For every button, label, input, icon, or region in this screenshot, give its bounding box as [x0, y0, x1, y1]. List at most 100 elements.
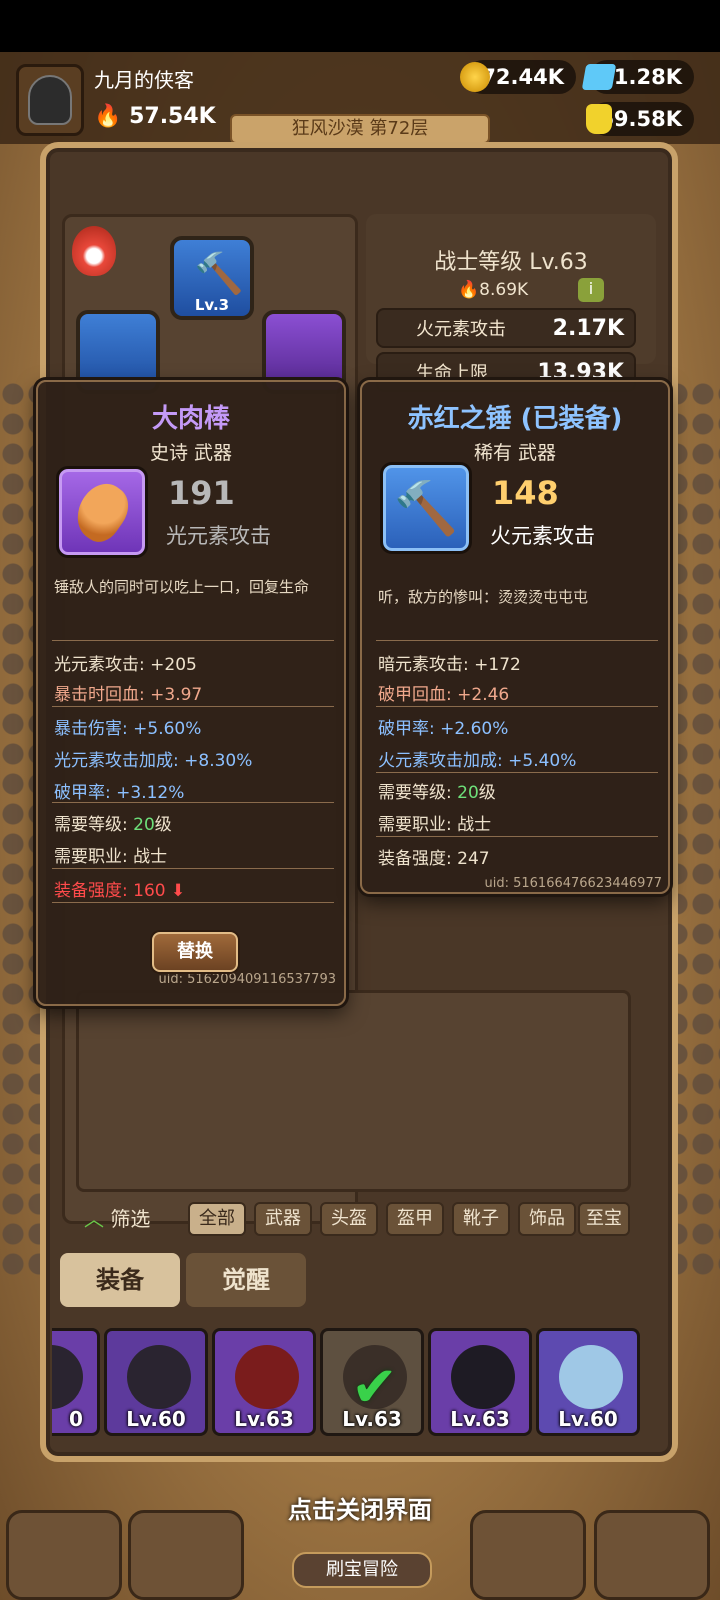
- stat-row-fire-attack: 火元素攻击 2.17K: [376, 308, 636, 348]
- required-level: 需要等级: 20级: [378, 783, 496, 803]
- gold-value: 72.44K: [481, 65, 564, 89]
- item-compare-card-equipped: 赤红之锤 (已装备) 稀有 武器 🔨 148 火元素攻击 听，敌方的惨叫：烫烫烫…: [360, 380, 670, 894]
- hero-portrait: [127, 1345, 191, 1409]
- attr-line: 火元素攻击加成: +5.40%: [378, 751, 577, 771]
- item-rarity: 史诗 武器: [149, 442, 233, 464]
- attr-line: 光元素攻击加成: +8.30%: [54, 751, 253, 771]
- divider: [376, 640, 658, 641]
- filter-toggle[interactable]: ︿ 筛选: [84, 1203, 150, 1232]
- weapon-slot[interactable]: 🔨 Lv.3: [170, 236, 254, 320]
- filter-tab-boots[interactable]: 靴子: [452, 1202, 510, 1236]
- helmet-icon: [28, 75, 72, 125]
- hero-level: Lv.63: [234, 1407, 294, 1431]
- hero-portrait: [52, 1345, 83, 1409]
- divider: [52, 902, 334, 903]
- inventory-grid: [76, 990, 631, 1192]
- filter-label: 筛选: [110, 1207, 151, 1231]
- gem-value: 1.28K: [613, 65, 682, 89]
- required-class: 需要职业: 战士: [378, 815, 492, 835]
- hero-portrait: [235, 1345, 299, 1409]
- divider: [376, 772, 658, 773]
- potion-counter[interactable]: 69.58K: [586, 102, 694, 136]
- attr-line: 光元素攻击: +205: [54, 655, 197, 675]
- tab-awaken[interactable]: 觉醒: [186, 1253, 306, 1307]
- flame-icon: 🔥: [94, 104, 122, 129]
- hero-level: 0: [69, 1407, 83, 1431]
- down-arrow-icon: ⬇: [171, 881, 186, 901]
- player-power: 🔥 57.54K: [94, 104, 216, 129]
- fire-element-icon: [72, 226, 116, 276]
- hero-level: Lv.63: [342, 1407, 402, 1431]
- item-main-value: 148: [492, 474, 559, 512]
- hero-card-selected[interactable]: ✔ Lv.63: [320, 1328, 424, 1436]
- item-name: 赤红之锤 (已装备): [407, 404, 623, 434]
- power-value: 57.54K: [129, 104, 216, 129]
- attr-line: 破甲率: +2.60%: [378, 719, 509, 739]
- meat-club-icon: [56, 466, 148, 558]
- tab-equipment[interactable]: 装备: [60, 1253, 180, 1307]
- close-hint[interactable]: 点击关闭界面: [0, 1490, 720, 1525]
- hero-selector: 0 Lv.60 Lv.63 ✔ Lv.63 Lv.63 Lv.60: [52, 1328, 662, 1438]
- item-name: 大肉棒: [151, 404, 230, 434]
- item-main-stat: 光元素攻击: [166, 524, 271, 548]
- attr-line: 暴击时回血: +3.97: [54, 685, 203, 705]
- filter-tab-accessory[interactable]: 饰品: [518, 1202, 576, 1236]
- hammer-icon: 🔨: [194, 251, 244, 297]
- gold-counter[interactable]: 72.44K: [460, 60, 576, 94]
- filter-tab-armor[interactable]: 盔甲: [386, 1202, 444, 1236]
- coin-icon: [460, 62, 490, 92]
- divider: [376, 706, 658, 707]
- chevron-up-icon: ︿: [84, 1207, 104, 1231]
- class-power: 🔥8.69K: [458, 280, 529, 300]
- adventure-button[interactable]: 刷宝冒险: [292, 1552, 432, 1588]
- item-strength: 装备强度: 160 ⬇: [54, 881, 186, 901]
- divider: [52, 802, 334, 803]
- filter-tab-weapon[interactable]: 武器: [254, 1202, 312, 1236]
- item-compare-card-new: 大肉棒 史诗 武器 191 光元素攻击 锤敌人的同时可以吃上一口，回复生命 光元…: [36, 380, 346, 1006]
- player-name: 九月的侠客: [94, 68, 194, 92]
- divider: [52, 640, 334, 641]
- required-level: 需要等级: 20级: [54, 815, 172, 835]
- filter-tab-helmet[interactable]: 头盔: [320, 1202, 378, 1236]
- hero-portrait: [451, 1345, 515, 1409]
- player-avatar[interactable]: [16, 64, 84, 136]
- divider: [52, 868, 334, 869]
- info-button[interactable]: i: [578, 278, 604, 302]
- item-uid: uid: 516166476623446977: [484, 876, 663, 891]
- attr-line: 暴击伤害: +5.60%: [54, 719, 202, 739]
- hero-card[interactable]: Lv.63: [428, 1328, 532, 1436]
- item-main-value: 191: [168, 474, 235, 512]
- attr-line: 破甲率: +3.12%: [54, 783, 185, 803]
- hero-level: Lv.60: [558, 1407, 618, 1431]
- item-uid: uid: 516209409116537793: [158, 972, 337, 987]
- stat-value: 2.17K: [552, 315, 624, 341]
- attr-line: 暗元素攻击: +172: [378, 655, 521, 675]
- weapon-slot-level: Lv.3: [194, 296, 230, 314]
- item-description: 听，敌方的惨叫：烫烫烫屯屯屯: [378, 588, 589, 606]
- attr-line: 破甲回血: +2.46: [378, 685, 510, 705]
- filter-tab-treasure[interactable]: 至宝: [578, 1202, 630, 1236]
- gem-counter[interactable]: 1.28K: [581, 60, 694, 94]
- hero-card[interactable]: Lv.63: [212, 1328, 316, 1436]
- item-strength: 装备强度: 247: [378, 849, 490, 869]
- item-main-stat: 火元素攻击: [490, 524, 595, 548]
- filter-tab-all[interactable]: 全部: [188, 1202, 246, 1236]
- stage-banner: 狂风沙漠 第72层: [230, 114, 490, 144]
- item-rarity: 稀有 武器: [473, 442, 557, 464]
- gem-icon: [581, 64, 617, 90]
- hero-level: Lv.60: [126, 1407, 186, 1431]
- class-level: 战士等级 Lv.63: [434, 250, 588, 275]
- potion-icon: [586, 104, 612, 134]
- item-description: 锤敌人的同时可以吃上一口，回复生命: [54, 578, 310, 596]
- hero-portrait: [559, 1345, 623, 1409]
- replace-button[interactable]: 替换: [152, 932, 238, 972]
- red-hammer-icon: 🔨: [380, 462, 472, 554]
- required-class: 需要职业: 战士: [54, 847, 168, 867]
- divider: [376, 836, 658, 837]
- hero-card[interactable]: 0: [52, 1328, 100, 1436]
- stat-label: 火元素攻击: [416, 319, 506, 340]
- divider: [52, 706, 334, 707]
- hero-card[interactable]: Lv.60: [104, 1328, 208, 1436]
- hero-card[interactable]: Lv.60: [536, 1328, 640, 1436]
- hero-level: Lv.63: [450, 1407, 510, 1431]
